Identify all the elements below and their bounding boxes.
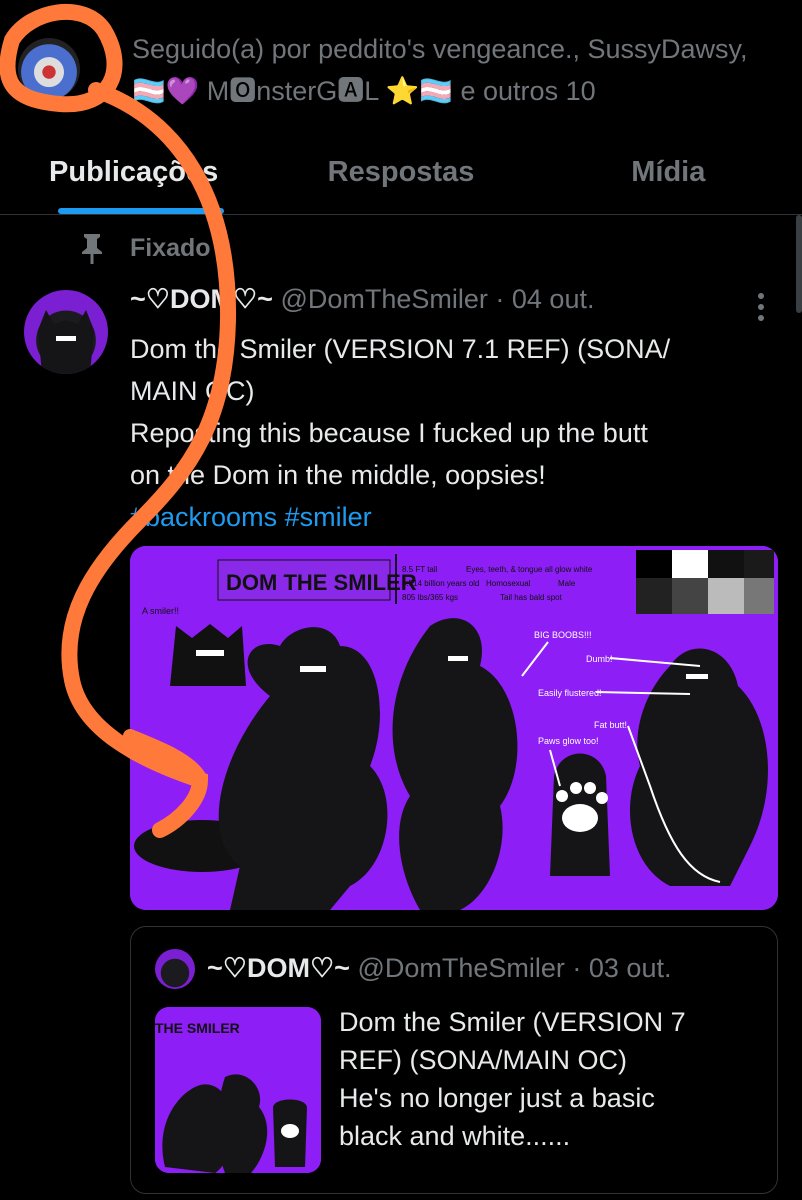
tweet-image[interactable]: DOM THE SMILER 8.5 FT tall 4.514 billion…: [130, 546, 778, 910]
followers-strip[interactable]: Seguido(a) por peddito's vengeance., Sus…: [0, 0, 802, 120]
author-name[interactable]: ~♡DOM♡~: [130, 284, 273, 314]
followed-by-line-2: 🏳️‍⚧️💜 M🅾nsterG🅰L ⭐🏳️‍⚧️ e outros 10: [132, 76, 596, 106]
image-note-6: Paws glow too!: [538, 736, 599, 746]
quoted-tweet[interactable]: ~♡DOM♡~ @DomTheSmiler · 03 out. THE SMIL…: [130, 926, 778, 1194]
image-note-4: Easily flustered!: [538, 688, 602, 698]
tab-media[interactable]: Mídia: [535, 130, 802, 214]
followed-by-line-1: Seguido(a) por peddito's vengeance., Sus…: [132, 34, 748, 64]
tweet-hashtags[interactable]: #backrooms #smiler: [130, 496, 770, 538]
image-note-5: Fat butt!: [594, 720, 627, 730]
scrollbar-thumb[interactable]: [796, 215, 802, 313]
author-avatar[interactable]: [24, 290, 108, 374]
quoted-line-2: REF) (SONA/MAIN OC): [339, 1045, 627, 1075]
quoted-author-handle-date[interactable]: @DomTheSmiler · 03 out.: [357, 953, 671, 983]
tab-replies[interactable]: Respostas: [267, 130, 534, 214]
tweet-line-1: Dom the Smiler (VERSION 7.1 REF) (SONA/: [130, 334, 671, 364]
quoted-author-avatar[interactable]: [155, 949, 195, 989]
image-stat-1: 8.5 FT tall: [402, 565, 438, 574]
quoted-line-3: He's no longer just a basic: [339, 1083, 655, 1113]
image-title: DOM THE SMILER: [226, 570, 417, 595]
quoted-tweet-thumbnail[interactable]: THE SMILER: [155, 1007, 321, 1173]
tweet-line-3: Reposting this because I fucked up the b…: [130, 418, 648, 448]
image-note-1: A smiler!!: [142, 606, 179, 616]
image-stat-6: Male: [558, 579, 576, 588]
quoted-line-4: black and white......: [339, 1121, 571, 1151]
image-stat-4: Eyes, teeth, & tongue all glow white: [466, 565, 593, 574]
pin-icon: [82, 234, 102, 264]
quoted-thumb-title: THE SMILER: [155, 1020, 240, 1036]
image-stat-5: Homosexual: [486, 579, 531, 588]
more-options-icon[interactable]: [754, 292, 768, 322]
tweet-text: Dom the Smiler (VERSION 7.1 REF) (SONA/ …: [130, 328, 770, 538]
quoted-tweet-text: Dom the Smiler (VERSION 7 REF) (SONA/MAI…: [339, 1003, 759, 1155]
image-stat-3: 805 lbs/365 kgs: [402, 593, 458, 602]
image-note-3: Dumb!: [586, 654, 613, 664]
image-stat-7: Tail has bald spot: [500, 593, 563, 602]
quoted-tweet-header: ~♡DOM♡~ @DomTheSmiler · 03 out.: [207, 953, 671, 984]
profile-tabs: Publicações Respostas Mídia: [0, 130, 802, 215]
image-stat-2: 4.514 billion years old: [402, 579, 479, 588]
tab-posts[interactable]: Publicações: [0, 130, 267, 214]
tweet-line-4: on the Dom in the middle, oopsies!: [130, 460, 546, 490]
followed-by-text[interactable]: Seguido(a) por peddito's vengeance., Sus…: [132, 28, 792, 112]
pinned-text: Fixado: [130, 233, 211, 262]
quoted-line-1: Dom the Smiler (VERSION 7: [339, 1007, 686, 1037]
image-note-2: BIG BOOBS!!!: [534, 630, 592, 640]
tweet-header: ~♡DOM♡~ @DomTheSmiler · 04 out.: [130, 284, 594, 315]
pinned-label: Fixado: [78, 232, 211, 264]
author-handle-date[interactable]: @DomTheSmiler · 04 out.: [280, 284, 594, 314]
tweet-line-2: MAIN OC): [130, 376, 255, 406]
quoted-author-name[interactable]: ~♡DOM♡~: [207, 953, 350, 983]
follower-avatar[interactable]: [18, 38, 80, 100]
